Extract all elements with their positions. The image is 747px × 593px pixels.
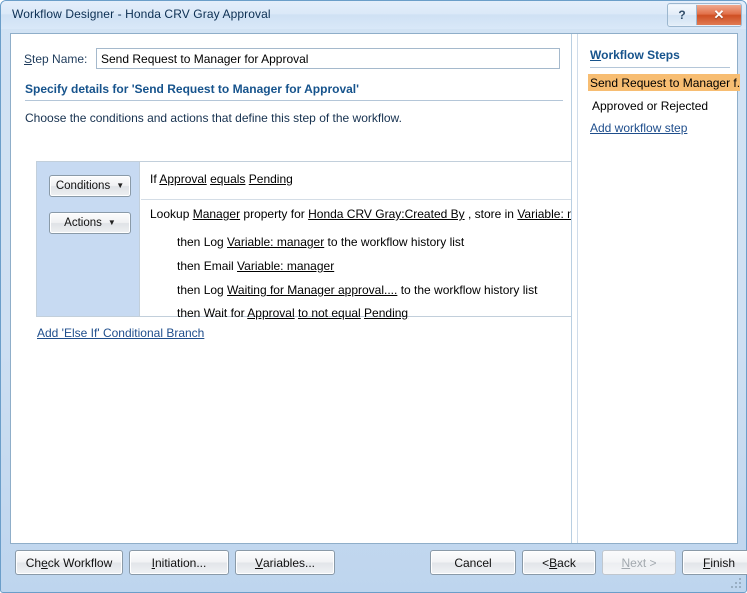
title-bar: Workflow Designer - Honda CRV Gray Appro… [1,1,746,29]
rules-column: If Approval equals Pending Lookup Manage… [141,162,571,320]
button-accel: e [41,555,48,570]
button-accel: V [254,555,263,570]
action-link[interactable]: Variable: manager [517,207,571,221]
condition-rule-row: If Approval equals Pending [150,172,293,186]
step-name-label: Step Name: [24,52,87,66]
workflow-step-item-selected[interactable]: Send Request to Manager f... [588,74,740,91]
button-label-part: nitiation... [154,555,207,570]
actions-button-label: Actions [64,217,102,229]
condition-field-link[interactable]: Approval [159,172,206,186]
caption-button-group: ? ✕ [667,3,742,27]
action-text: to the workflow history list [324,235,465,249]
chevron-down-icon: ▼ [107,218,116,227]
finish-button[interactable]: Finish [682,550,747,575]
action-rule-row: then Log Variable: manager to the workfl… [177,235,464,249]
button-label-part: ack [557,555,576,570]
action-link[interactable]: Approval [247,306,294,320]
workflow-steps-title: Workflow Steps [590,48,680,62]
chevron-down-icon: ▼ [116,181,125,190]
action-text: then Log [177,235,228,249]
condition-operator-link[interactable]: equals [210,172,245,186]
button-label-part: < [542,555,550,570]
button-label-part: ck Workflow [47,555,113,570]
client-area: Step Name: Specify details for 'Send Req… [10,33,740,544]
conditions-dropdown-button[interactable]: Conditions ▼ [49,175,131,197]
action-rule-row: then Email Variable: manager [177,259,334,273]
condition-value-link[interactable]: Pending [249,172,293,186]
action-text: to the workflow history list [397,283,538,297]
conditions-actions-button-column: Conditions ▼ Actions ▼ [37,162,140,316]
workflow-steps-divider [590,67,730,68]
next-button: Next > [602,550,676,575]
step-name-row: Step Name: [24,48,560,70]
actions-dropdown-button[interactable]: Actions ▼ [49,212,131,234]
help-icon[interactable]: ? [668,5,697,25]
conditions-actions-divider [141,199,571,200]
button-accel: B [549,555,558,570]
check-workflow-button[interactable]: Ch e ck Workflow [15,550,123,575]
step-name-label-accel: S [24,52,33,66]
close-icon[interactable]: ✕ [697,5,741,25]
back-button[interactable]: < Back [522,550,596,575]
conditions-actions-box: Conditions ▼ Actions ▼ If Approval equal… [36,161,571,320]
action-link[interactable]: Waiting for Manager approval.... [227,283,397,297]
action-text: then Log [177,283,228,297]
page-title: Specify details for 'Send Request to Man… [25,82,359,96]
action-rule-row: Lookup Manager property for Honda CRV Gr… [150,207,571,221]
button-label-part: ariables... [262,555,316,570]
workflow-step-item[interactable]: Approved or Rejected [590,97,734,114]
action-rule-row: then Log Waiting for Manager approval...… [177,283,537,297]
action-text: then Wait for [177,306,248,320]
action-text: Lookup [150,207,193,221]
button-accel: F [702,555,711,570]
button-label-part: inish [710,555,736,570]
action-link[interactable]: Variable: manager [227,235,324,249]
dialog-button-bar: Ch e ck Workflow Initiation... Variables..… [10,550,747,578]
window-title: Workflow Designer - Honda CRV Gray Appro… [12,7,271,21]
action-text: property for [240,207,309,221]
workflow-steps-pane: Workflow Steps Send Request to Manager f… [572,34,740,543]
heading-divider [25,100,563,101]
variables-button[interactable]: Variables... [235,550,335,575]
initiation-button[interactable]: Initiation... [129,550,229,575]
workflow-steps-title-rest: orkflow Steps [601,48,680,62]
action-text: then Email [177,259,238,273]
workflow-designer-window: Workflow Designer - Honda CRV Gray Appro… [0,0,747,593]
action-text: , store in [464,207,518,221]
action-link[interactable]: Variable: manager [237,259,334,273]
action-rule-row: then Wait for Approval to not equal Pend… [177,306,408,320]
action-link[interactable]: Pending [364,306,408,320]
resize-grip-icon[interactable] [730,577,743,590]
button-label-part: Cancel [454,555,492,570]
add-else-if-branch-link[interactable]: Add 'Else If' Conditional Branch [37,326,204,340]
workflow-steps-title-accel: W [590,48,602,62]
step-name-input[interactable] [96,48,560,69]
action-link[interactable]: Manager [193,207,240,221]
main-pane: Step Name: Specify details for 'Send Req… [11,34,571,543]
condition-prefix: If [150,172,160,186]
action-link[interactable]: Honda CRV Gray:Created By [308,207,465,221]
workflow-steps-inner: Workflow Steps Send Request to Manager f… [577,34,740,543]
add-workflow-step-link[interactable]: Add workflow step [590,121,687,135]
button-accel: N [621,555,631,570]
action-link[interactable]: to not equal [298,306,361,320]
page-description: Choose the conditions and actions that d… [25,111,402,125]
cancel-button[interactable]: Cancel [430,550,516,575]
button-label-part: ext > [630,555,657,570]
step-name-label-rest: tep Name: [32,52,88,66]
conditions-button-label: Conditions [55,180,111,192]
button-label-part: Ch [25,555,42,570]
